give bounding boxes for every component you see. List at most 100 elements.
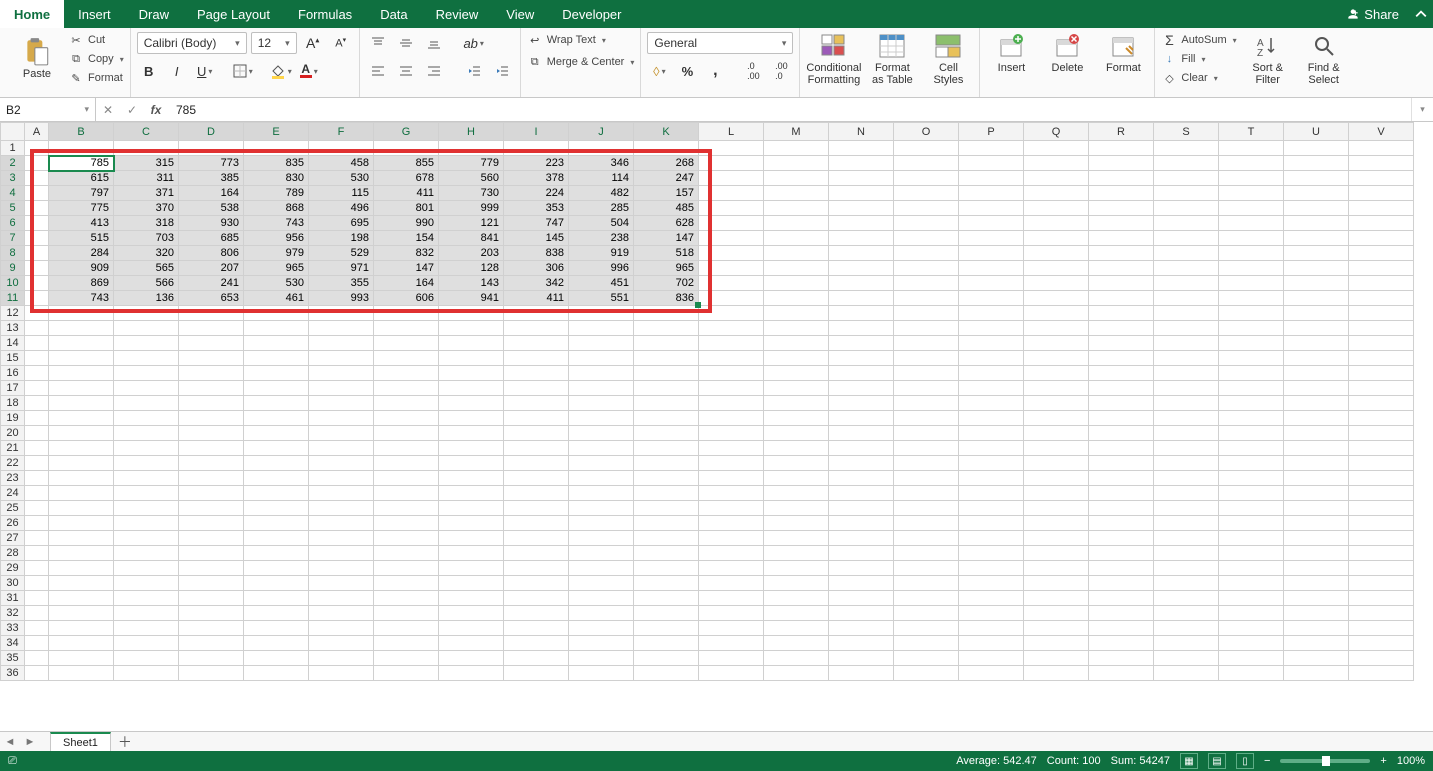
cell-C15[interactable] (114, 351, 179, 366)
cell-S32[interactable] (1154, 606, 1219, 621)
cell-F5[interactable]: 496 (309, 201, 374, 216)
cell-F10[interactable]: 355 (309, 276, 374, 291)
cell-V8[interactable] (1349, 246, 1414, 261)
cell-Q2[interactable] (1024, 156, 1089, 171)
cell-N29[interactable] (829, 561, 894, 576)
cell-J20[interactable] (569, 426, 634, 441)
cell-S17[interactable] (1154, 381, 1219, 396)
row-header-15[interactable]: 15 (1, 351, 25, 366)
cell-Q22[interactable] (1024, 456, 1089, 471)
cell-C12[interactable] (114, 306, 179, 321)
cell-R21[interactable] (1089, 441, 1154, 456)
cell-C24[interactable] (114, 486, 179, 501)
cell-D7[interactable]: 685 (179, 231, 244, 246)
cell-E34[interactable] (244, 636, 309, 651)
cell-K26[interactable] (634, 516, 699, 531)
cell-N10[interactable] (829, 276, 894, 291)
cell-V22[interactable] (1349, 456, 1414, 471)
cell-M26[interactable] (764, 516, 829, 531)
cell-S16[interactable] (1154, 366, 1219, 381)
cell-A36[interactable] (25, 666, 49, 681)
cell-I9[interactable]: 306 (504, 261, 569, 276)
cell-A28[interactable] (25, 546, 49, 561)
cell-V7[interactable] (1349, 231, 1414, 246)
cell-D32[interactable] (179, 606, 244, 621)
cell-P14[interactable] (959, 336, 1024, 351)
cell-K33[interactable] (634, 621, 699, 636)
cell-U19[interactable] (1284, 411, 1349, 426)
cell-O10[interactable] (894, 276, 959, 291)
cell-K17[interactable] (634, 381, 699, 396)
cell-P28[interactable] (959, 546, 1024, 561)
cell-B15[interactable] (49, 351, 114, 366)
tab-home[interactable]: Home (0, 0, 64, 28)
cell-O14[interactable] (894, 336, 959, 351)
cell-D14[interactable] (179, 336, 244, 351)
cell-E25[interactable] (244, 501, 309, 516)
cell-L32[interactable] (699, 606, 764, 621)
cell-K34[interactable] (634, 636, 699, 651)
cell-D6[interactable]: 930 (179, 216, 244, 231)
row-header-8[interactable]: 8 (1, 246, 25, 261)
cell-A35[interactable] (25, 651, 49, 666)
cell-L29[interactable] (699, 561, 764, 576)
cell-G6[interactable]: 990 (374, 216, 439, 231)
cell-D19[interactable] (179, 411, 244, 426)
col-header-L[interactable]: L (699, 123, 764, 141)
cell-R14[interactable] (1089, 336, 1154, 351)
cell-U15[interactable] (1284, 351, 1349, 366)
cell-S15[interactable] (1154, 351, 1219, 366)
col-header-O[interactable]: O (894, 123, 959, 141)
cell-N8[interactable] (829, 246, 894, 261)
align-left-button[interactable] (366, 60, 390, 82)
cell-G15[interactable] (374, 351, 439, 366)
cell-A15[interactable] (25, 351, 49, 366)
col-header-P[interactable]: P (959, 123, 1024, 141)
cell-R8[interactable] (1089, 246, 1154, 261)
cell-G12[interactable] (374, 306, 439, 321)
cell-L2[interactable] (699, 156, 764, 171)
cell-P26[interactable] (959, 516, 1024, 531)
cell-B22[interactable] (49, 456, 114, 471)
cell-H32[interactable] (439, 606, 504, 621)
cell-U11[interactable] (1284, 291, 1349, 306)
row-header-29[interactable]: 29 (1, 561, 25, 576)
collapse-ribbon-button[interactable] (1409, 0, 1433, 28)
cell-V25[interactable] (1349, 501, 1414, 516)
cell-V2[interactable] (1349, 156, 1414, 171)
cell-B7[interactable]: 515 (49, 231, 114, 246)
cell-I33[interactable] (504, 621, 569, 636)
cell-T12[interactable] (1219, 306, 1284, 321)
cell-L21[interactable] (699, 441, 764, 456)
cell-A29[interactable] (25, 561, 49, 576)
cell-E33[interactable] (244, 621, 309, 636)
cell-T18[interactable] (1219, 396, 1284, 411)
cell-O24[interactable] (894, 486, 959, 501)
cell-F3[interactable]: 530 (309, 171, 374, 186)
cell-N12[interactable] (829, 306, 894, 321)
cell-U28[interactable] (1284, 546, 1349, 561)
cell-N15[interactable] (829, 351, 894, 366)
cell-H21[interactable] (439, 441, 504, 456)
cell-V6[interactable] (1349, 216, 1414, 231)
cell-R32[interactable] (1089, 606, 1154, 621)
cell-F24[interactable] (309, 486, 374, 501)
zoom-in-button[interactable]: + (1380, 755, 1386, 767)
cell-H13[interactable] (439, 321, 504, 336)
cell-D28[interactable] (179, 546, 244, 561)
cell-E36[interactable] (244, 666, 309, 681)
cell-D5[interactable]: 538 (179, 201, 244, 216)
cell-C5[interactable]: 370 (114, 201, 179, 216)
cell-N28[interactable] (829, 546, 894, 561)
view-page-break-button[interactable]: ▯ (1236, 753, 1254, 769)
cell-M23[interactable] (764, 471, 829, 486)
cell-D29[interactable] (179, 561, 244, 576)
cell-F29[interactable] (309, 561, 374, 576)
cell-E12[interactable] (244, 306, 309, 321)
cell-G27[interactable] (374, 531, 439, 546)
cell-V27[interactable] (1349, 531, 1414, 546)
cell-L36[interactable] (699, 666, 764, 681)
cell-L12[interactable] (699, 306, 764, 321)
accounting-format-button[interactable]: ◊▾ (647, 60, 671, 82)
cell-Q7[interactable] (1024, 231, 1089, 246)
